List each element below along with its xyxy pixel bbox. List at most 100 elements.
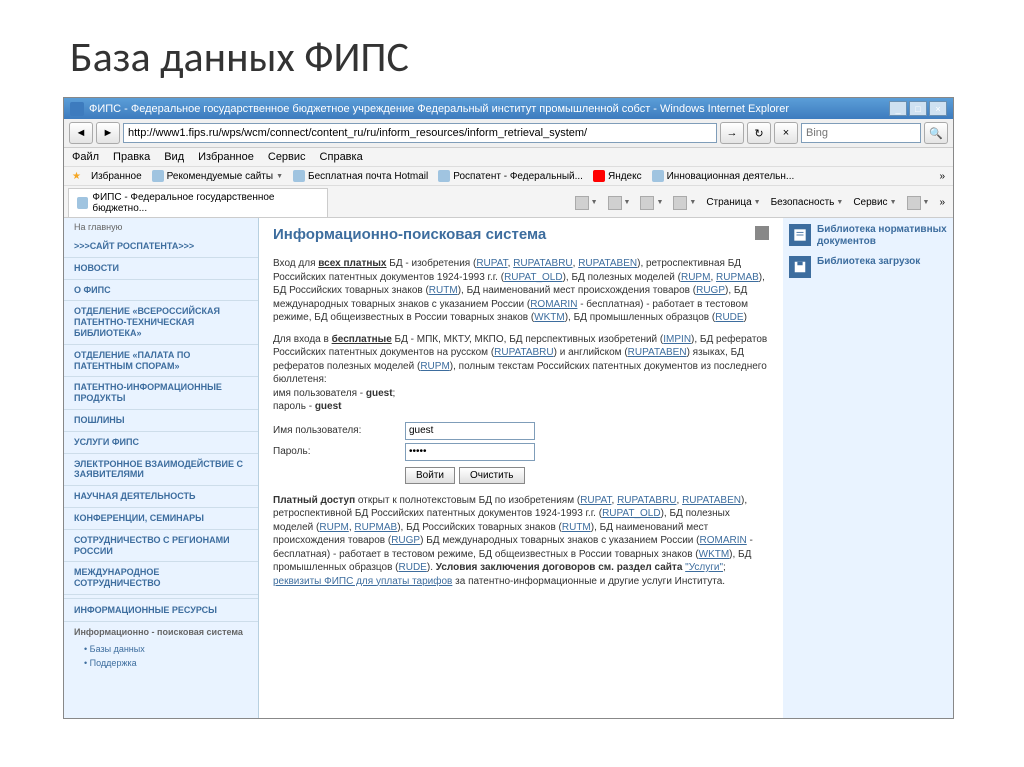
sidebar-item-science[interactable]: НАУЧНАЯ ДЕЯТЕЛЬНОСТЬ [64,486,258,508]
link-rupatabru2[interactable]: RUPATABRU [494,347,553,358]
link-rekvizity[interactable]: реквизиты ФИПС для уплаты тарифов [273,576,452,587]
link-rupatabru[interactable]: RUPATABRU [513,258,572,269]
address-bar: ◄ ► → ↻ × 🔍 [64,119,953,148]
sidebar-item-news[interactable]: НОВОСТИ [64,258,258,280]
feed-icon [608,196,622,210]
right-item-library[interactable]: Библиотека нормативных документов [789,224,947,248]
link-impin[interactable]: IMPIN [663,334,691,345]
link-wktm[interactable]: WKTM [534,312,565,323]
tool-more[interactable]: » [939,197,945,208]
link-rupat-old[interactable]: RUPAT_OLD [504,272,563,283]
tool-feed[interactable]: ▼ [608,196,631,210]
site-icon [152,170,164,182]
link-rugp[interactable]: RUGP [696,285,725,296]
link-wktm3[interactable]: WKTM [699,549,730,560]
menu-tools[interactable]: Сервис [268,151,306,163]
link-rupat3[interactable]: RUPAT [580,495,611,506]
link-rupataben[interactable]: RUPATABEN [578,258,637,269]
stop-button[interactable]: × [774,122,798,144]
sidebar-sub-databases[interactable]: • Базы данных [64,642,258,656]
link-rude[interactable]: RUDE [715,312,743,323]
right-item-downloads[interactable]: Библиотека загрузок [789,256,947,278]
username-input[interactable] [405,422,535,440]
password-input[interactable] [405,443,535,461]
link-rupataben2[interactable]: RUPATABEN [628,347,687,358]
paragraph-paid-entry: Вход для всех платных БД - изобретения (… [273,257,769,325]
sidebar-active-item: Информационно - поисковая система [64,622,258,642]
link-rupat[interactable]: RUPAT [476,258,507,269]
favitem-3[interactable]: Яндекс [593,170,642,182]
tool-print[interactable]: ▼ [673,196,696,210]
link-rupat-old3[interactable]: RUPAT_OLD [602,508,661,519]
link-rupm[interactable]: RUPM [681,272,710,283]
tool-page[interactable]: Страница▼ [706,197,760,208]
right-item-text: Библиотека нормативных документов [817,224,947,248]
menu-favorites[interactable]: Избранное [198,151,254,163]
favitem-4[interactable]: Инновационная деятельн... [652,170,795,182]
sidebar-item-about[interactable]: О ФИПС [64,280,258,302]
link-uslugi[interactable]: "Услуги" [685,562,723,573]
more-chevron[interactable]: » [939,171,945,182]
sidebar-item-einteraction[interactable]: ЭЛЕКТРОННОЕ ВЗАИМОДЕЙСТВИЕ С ЗАЯВИТЕЛЯМИ [64,454,258,487]
tab-bar: ФИПС - Федеральное государственное бюдже… [64,186,953,218]
link-romarin3[interactable]: ROMARIN [700,535,747,546]
link-romarin[interactable]: ROMARIN [530,299,577,310]
back-button[interactable]: ◄ [69,122,93,144]
print-icon[interactable] [755,226,769,240]
tool-security[interactable]: Безопасность▼ [771,197,844,208]
tool-service[interactable]: Сервис▼ [853,197,896,208]
form-row-password: Пароль: [273,443,769,461]
menu-file[interactable]: Файл [72,151,99,163]
slide-title: База данных ФИПС [0,0,1024,97]
close-button[interactable]: × [929,101,947,116]
favitem-1[interactable]: Бесплатная почта Hotmail [293,170,428,182]
search-button[interactable]: 🔍 [924,122,948,144]
tool-mail[interactable]: ▼ [640,196,663,210]
favitem-2[interactable]: Роспатент - Федеральный... [438,170,583,182]
help-icon [907,196,921,210]
sidebar-item-services[interactable]: УСЛУГИ ФИПС [64,432,258,454]
tool-help[interactable]: ▼ [907,196,930,210]
link-rugp3[interactable]: RUGP [391,535,420,546]
menu-help[interactable]: Справка [320,151,363,163]
favorites-bar: ★ Избранное Рекомендуемые сайты▼ Бесплат… [64,167,953,186]
sidebar-item-conferences[interactable]: КОНФЕРЕНЦИИ, СЕМИНАРЫ [64,508,258,530]
refresh-button[interactable]: ↻ [747,122,771,144]
sidebar-item-rospatent[interactable]: >>>САЙТ РОСПАТЕНТА>>> [64,236,258,258]
favorites-star-icon[interactable]: ★ [72,171,81,182]
sidebar-item-palata[interactable]: ОТДЕЛЕНИЕ «ПАЛАТА ПО ПАТЕНТНЫМ СПОРАМ» [64,345,258,378]
link-rupm3[interactable]: RUPM [319,522,348,533]
sidebar-item-fees[interactable]: ПОШЛИНЫ [64,410,258,432]
sidebar-home[interactable]: На главную [64,218,258,236]
maximize-button[interactable]: □ [909,101,927,116]
browser-tab[interactable]: ФИПС - Федеральное государственное бюдже… [68,188,328,217]
forward-button[interactable]: ► [96,122,120,144]
go-button[interactable]: → [720,122,744,144]
url-input[interactable] [123,123,717,143]
link-rutm[interactable]: RUTM [429,285,458,296]
password-label: Пароль: [273,446,393,457]
link-rutm3[interactable]: RUTM [562,522,591,533]
sidebar-item-library[interactable]: ОТДЕЛЕНИЕ «ВСЕРОССИЙСКАЯ ПАТЕНТНО-ТЕХНИЧ… [64,301,258,344]
menu-view[interactable]: Вид [164,151,184,163]
sidebar-item-products[interactable]: ПАТЕНТНО-ИНФОРМАЦИОННЫЕ ПРОДУКТЫ [64,377,258,410]
favitem-0[interactable]: Рекомендуемые сайты▼ [152,170,283,182]
link-rupataben3[interactable]: RUPATABEN [682,495,741,506]
page-content: На главную >>>САЙТ РОСПАТЕНТА>>> НОВОСТИ… [64,218,953,718]
link-rupmab3[interactable]: RUPMAB [354,522,397,533]
menu-edit[interactable]: Правка [113,151,150,163]
link-rude3[interactable]: RUDE [399,562,427,573]
sidebar-item-regions[interactable]: СОТРУДНИЧЕСТВО С РЕГИОНАМИ РОССИИ [64,530,258,563]
favorites-label[interactable]: Избранное [91,171,142,182]
sidebar-item-international[interactable]: МЕЖДУНАРОДНОЕ СОТРУДНИЧЕСТВО [64,562,258,595]
link-rupmab[interactable]: RUPMAB [716,272,759,283]
clear-button[interactable]: Очистить [459,467,525,484]
sidebar-sub-support[interactable]: • Поддержка [64,656,258,670]
link-rupatabru3[interactable]: RUPATABRU [617,495,676,506]
tool-home[interactable]: ▼ [575,196,598,210]
login-button[interactable]: Войти [405,467,455,484]
tab-label: ФИПС - Федеральное государственное бюдже… [92,192,319,214]
link-rupm2[interactable]: RUPM [420,361,449,372]
minimize-button[interactable]: _ [889,101,907,116]
search-input[interactable] [801,123,921,143]
